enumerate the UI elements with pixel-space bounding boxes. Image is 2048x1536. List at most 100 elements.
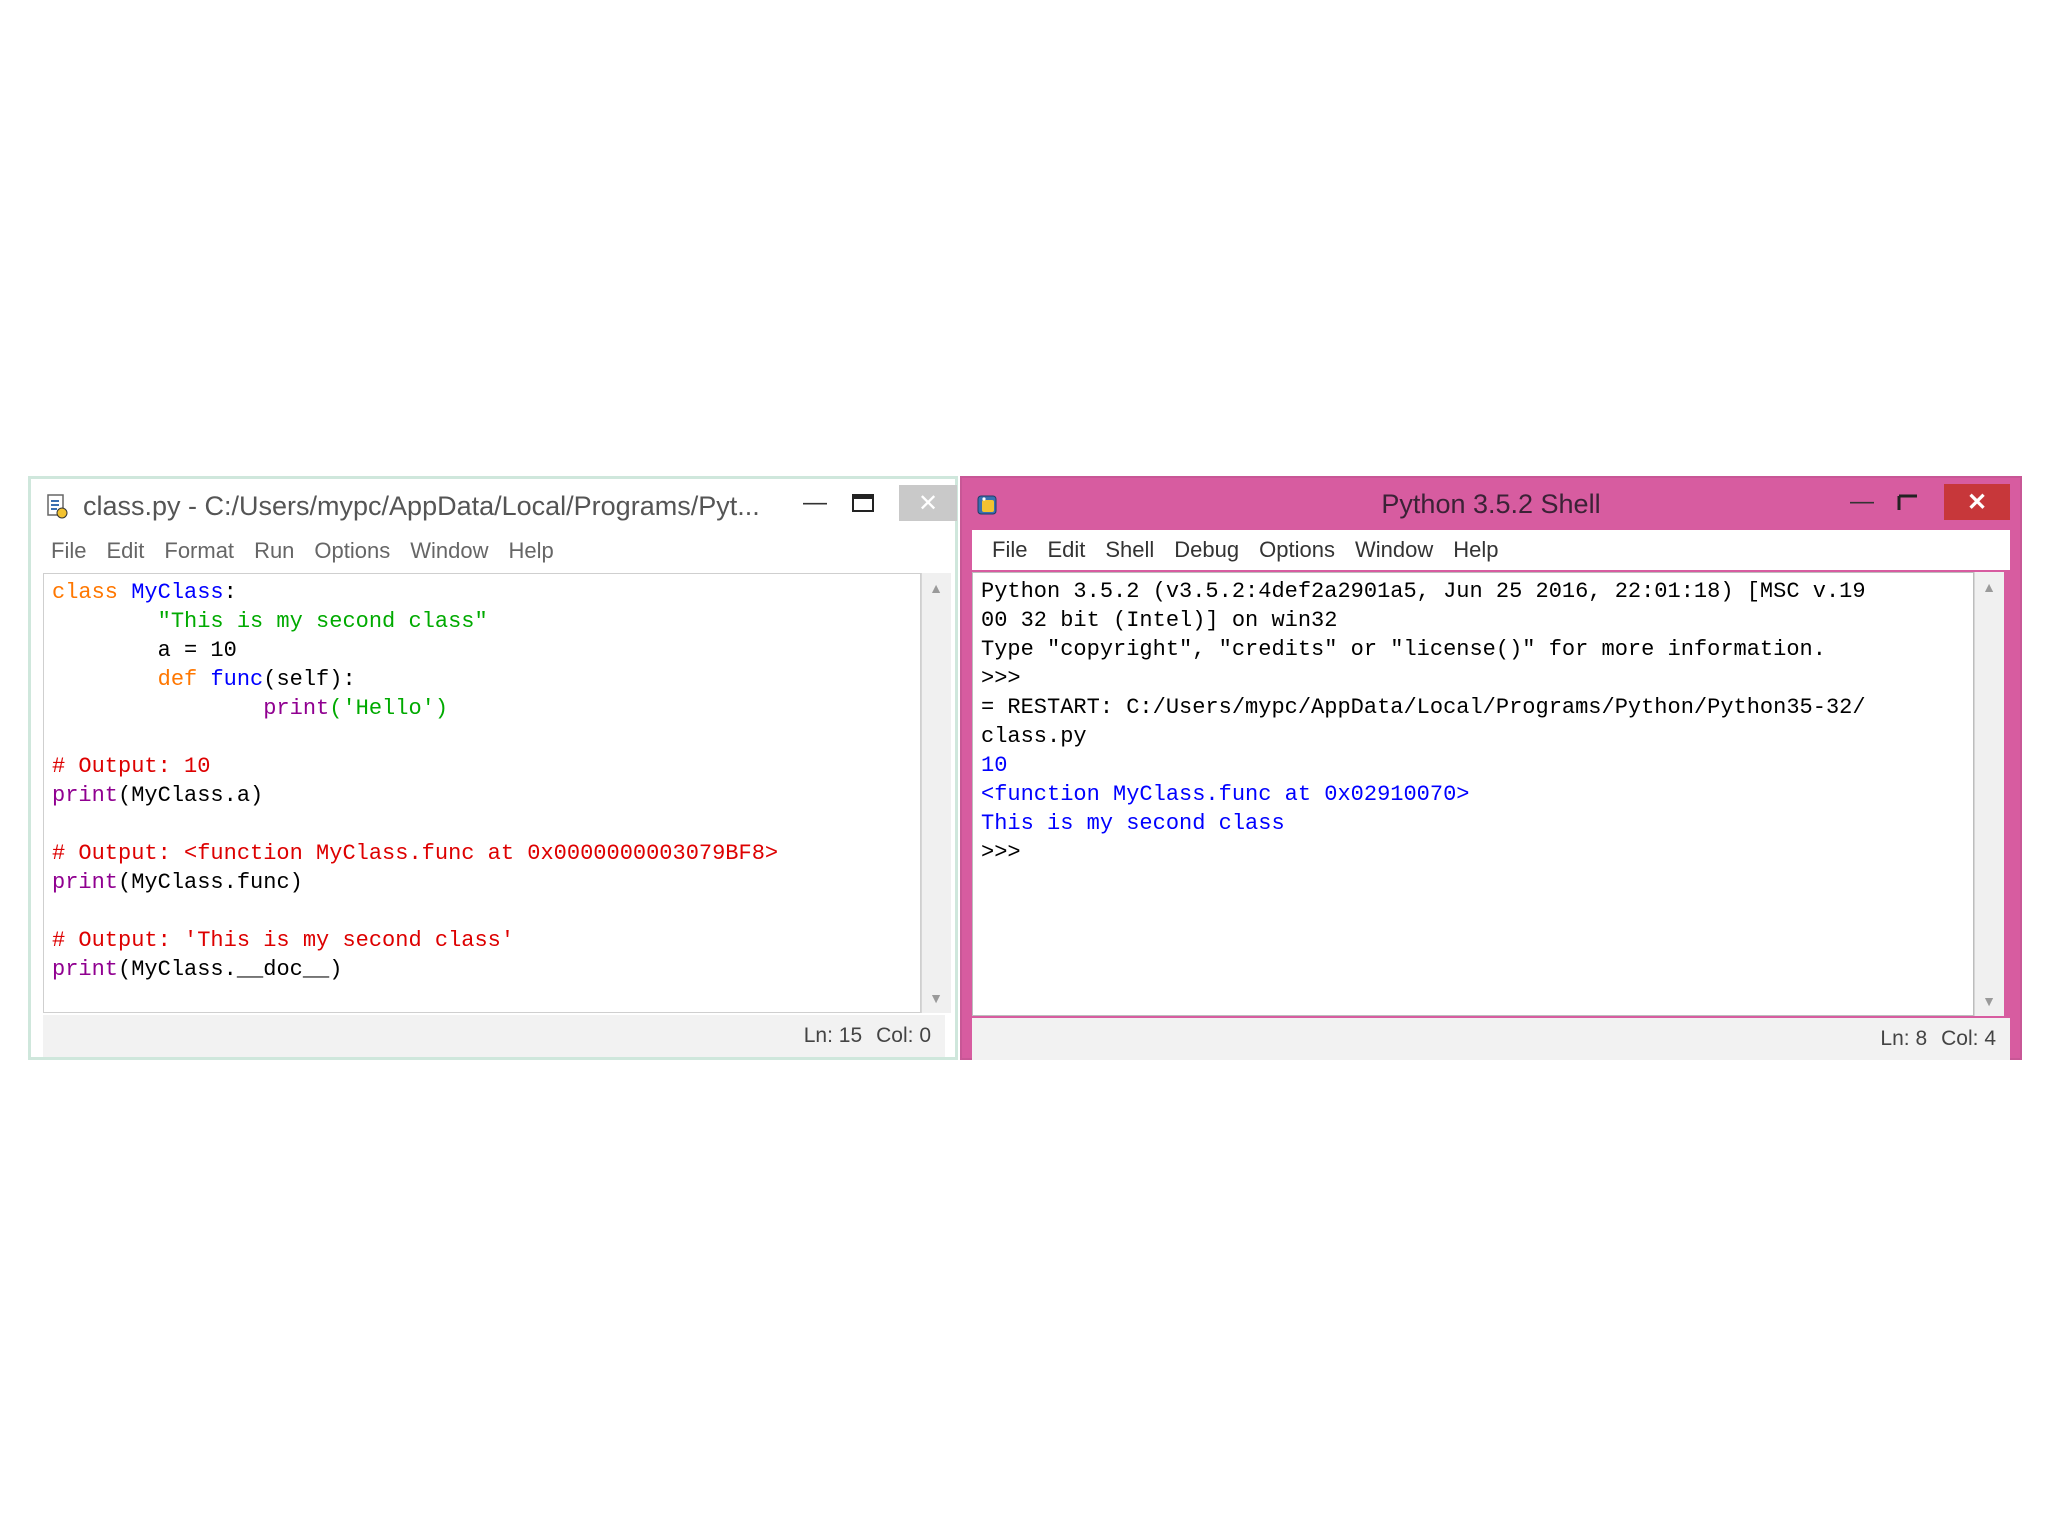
code-token: print	[52, 870, 119, 895]
scroll-up-icon[interactable]: ▲	[1975, 574, 2003, 600]
shell-output: Python 3.5.2 (v3.5.2:4def2a2901a5, Jun 2…	[981, 577, 1866, 867]
menu-window[interactable]: Window	[1355, 537, 1433, 563]
menu-help[interactable]: Help	[1453, 537, 1498, 563]
code-line: a = 10	[52, 636, 778, 665]
editor-statusbar: Ln: 15 Col: 0	[43, 1015, 945, 1057]
code-line: # Output: 'This is my second class'	[52, 926, 778, 955]
shell-line: Python 3.5.2 (v3.5.2:4def2a2901a5, Jun 2…	[981, 577, 1866, 606]
close-icon: ✕	[1966, 488, 1988, 516]
menu-options[interactable]: Options	[314, 538, 390, 564]
shell-minimize-button[interactable]: —	[1842, 484, 1882, 520]
shell-vertical-scrollbar[interactable]: ▲ ▼	[1974, 572, 2004, 1016]
editor-title: class.py - C:/Users/mypc/AppData/Local/P…	[83, 491, 760, 521]
editor-status-col: Col: 0	[876, 1024, 931, 1047]
shell-token: 00 32 bit (Intel)] on win32	[981, 608, 1338, 633]
code-line: class MyClass:	[52, 578, 778, 607]
menu-shell[interactable]: Shell	[1105, 537, 1154, 563]
menu-edit[interactable]: Edit	[1047, 537, 1085, 563]
code-token: ('Hello')	[329, 696, 449, 721]
code-token: print	[52, 783, 119, 808]
shell-token: >>>	[981, 666, 1034, 691]
code-token: print	[263, 696, 330, 721]
editor-vertical-scrollbar[interactable]: ▲ ▼	[921, 573, 951, 1013]
code-token: class	[52, 580, 132, 605]
editor-menubar: File Edit Format Run Options Window Help	[31, 531, 955, 571]
shell-token: This is my second class	[981, 811, 1285, 836]
code-line: print(MyClass.__doc__)	[52, 955, 778, 984]
shell-token: Python 3.5.2 (v3.5.2:4def2a2901a5, Jun 2…	[981, 579, 1866, 604]
scroll-up-icon[interactable]: ▲	[922, 575, 950, 601]
code-token: def	[157, 667, 211, 692]
shell-line: <function MyClass.func at 0x02910070>	[981, 780, 1866, 809]
code-line: def func(self):	[52, 665, 778, 694]
code-line: print('Hello')	[52, 694, 778, 723]
editor-text-area[interactable]: class MyClass: "This is my second class"…	[43, 573, 921, 1013]
editor-titlebar[interactable]: class.py - C:/Users/mypc/AppData/Local/P…	[31, 479, 957, 531]
editor-code: class MyClass: "This is my second class"…	[52, 578, 778, 984]
shell-window: Python 3.5.2 Shell — ✕ File Edit Shell D…	[960, 476, 2022, 1060]
shell-line: 10	[981, 751, 1866, 780]
menu-format[interactable]: Format	[164, 538, 234, 564]
shell-token: Type "copyright", "credits" or "license(…	[981, 637, 1826, 662]
menu-options[interactable]: Options	[1259, 537, 1335, 563]
minimize-icon: —	[803, 489, 827, 516]
shell-token: <function MyClass.func at 0x02910070>	[981, 782, 1470, 807]
code-line: print(MyClass.a)	[52, 781, 778, 810]
shell-line: = RESTART: C:/Users/mypc/AppData/Local/P…	[981, 693, 1866, 722]
shell-line: This is my second class	[981, 809, 1866, 838]
menu-window[interactable]: Window	[410, 538, 488, 564]
code-token: (MyClass.func)	[118, 870, 303, 895]
code-token: (MyClass.a)	[118, 783, 264, 808]
menu-help[interactable]: Help	[509, 538, 554, 564]
shell-statusbar: Ln: 8 Col: 4	[972, 1018, 2010, 1060]
scroll-down-icon[interactable]: ▼	[1975, 988, 2003, 1014]
code-token: "This is my second class"	[52, 609, 488, 634]
maximize-button[interactable]	[843, 485, 883, 521]
shell-token: class.py	[981, 724, 1087, 749]
shell-token: >>>	[981, 840, 1034, 865]
scroll-down-icon[interactable]: ▼	[922, 985, 950, 1011]
menu-debug[interactable]: Debug	[1174, 537, 1239, 563]
code-token: # Output: 10	[52, 754, 211, 779]
editor-status-line: Ln: 15	[803, 1024, 863, 1047]
code-token: # Output: 'This is my second class'	[52, 928, 515, 953]
shell-token: 10	[981, 753, 1008, 778]
code-line: "This is my second class"	[52, 607, 778, 636]
restore-icon	[1897, 494, 1917, 510]
menu-file[interactable]: File	[51, 538, 86, 564]
shell-text-area[interactable]: Python 3.5.2 (v3.5.2:4def2a2901a5, Jun 2…	[972, 572, 1974, 1016]
minimize-button[interactable]: —	[795, 485, 835, 521]
shell-close-button[interactable]: ✕	[1944, 484, 2010, 520]
python-file-icon	[47, 494, 68, 519]
shell-line: >>>	[981, 838, 1866, 867]
menu-file[interactable]: File	[992, 537, 1027, 563]
code-token: (self):	[263, 667, 356, 692]
menu-run[interactable]: Run	[254, 538, 294, 564]
code-token: # Output: <function MyClass.func at 0x00…	[52, 841, 779, 866]
shell-line: class.py	[981, 722, 1866, 751]
shell-maximize-button[interactable]	[1888, 484, 1928, 520]
shell-status-line: Ln: 8	[1880, 1027, 1928, 1050]
shell-line: >>>	[981, 664, 1866, 693]
code-token: func	[210, 667, 264, 692]
code-token: (MyClass.__doc__)	[118, 957, 343, 982]
menu-edit[interactable]: Edit	[106, 538, 144, 564]
code-line: print(MyClass.func)	[52, 868, 778, 897]
code-token: a = 10	[52, 638, 237, 663]
code-token: :	[223, 580, 237, 605]
close-button[interactable]: ✕	[899, 485, 957, 521]
code-line: # Output: 10	[52, 752, 778, 781]
shell-line: 00 32 bit (Intel)] on win32	[981, 606, 1866, 635]
minimize-icon: —	[1850, 488, 1874, 515]
shell-menubar: File Edit Shell Debug Options Window Hel…	[972, 530, 2010, 570]
close-icon: ✕	[917, 489, 939, 517]
shell-titlebar[interactable]: Python 3.5.2 Shell — ✕	[962, 478, 2020, 530]
editor-window: class.py - C:/Users/mypc/AppData/Local/P…	[28, 476, 958, 1060]
code-token: print	[52, 957, 119, 982]
code-token: MyClass	[131, 580, 224, 605]
